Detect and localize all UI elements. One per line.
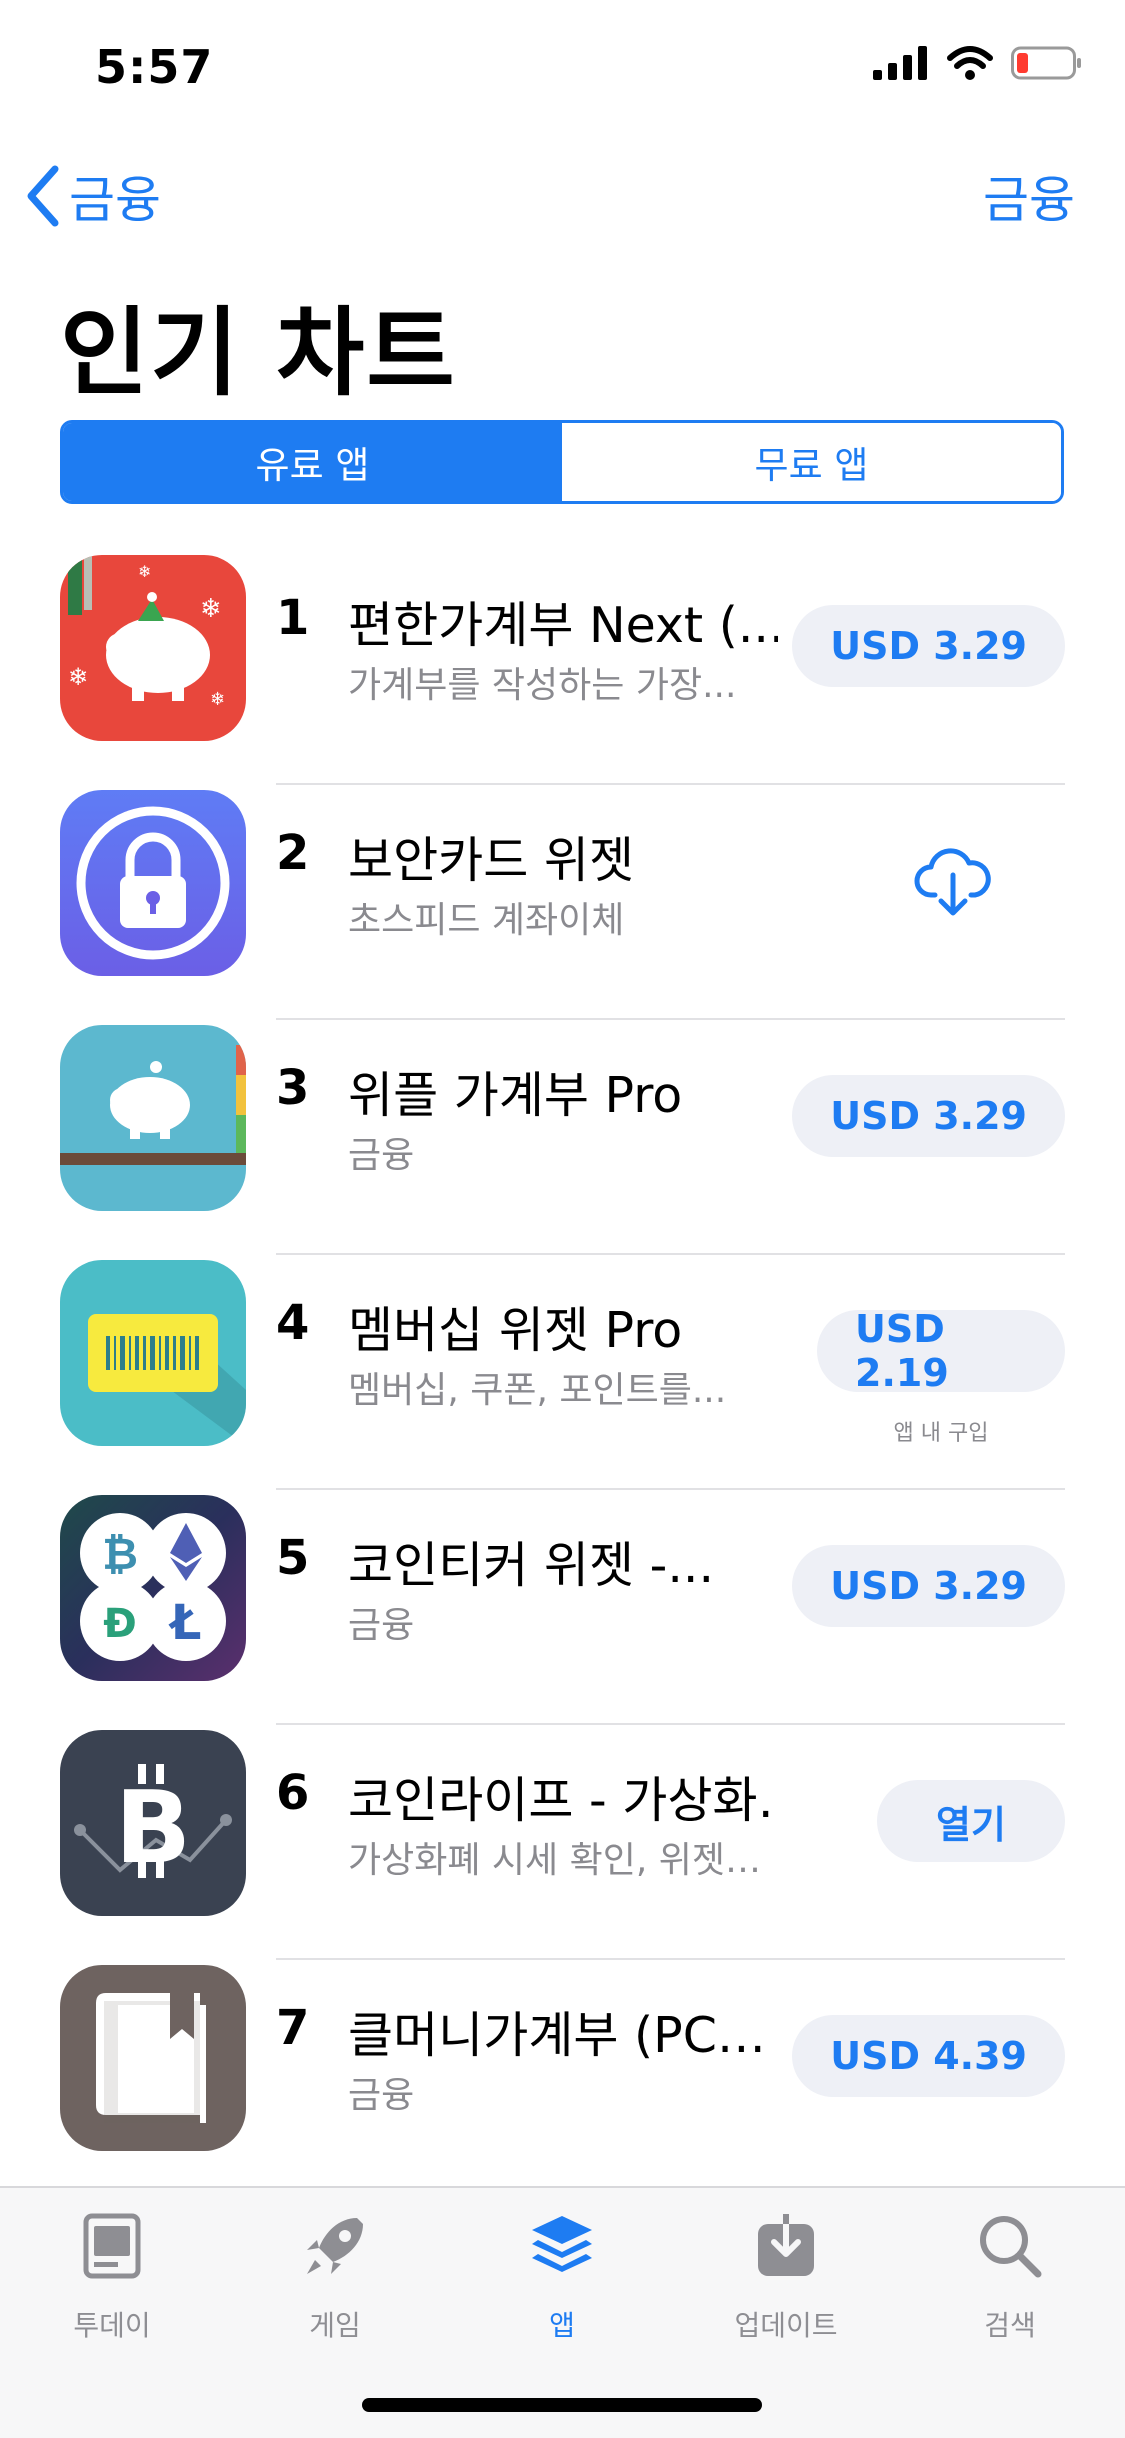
- app-chart-list: ❄ ❄ ❄ ❄ 1 편한가계부 Next (... 가계부를 작성하는 가장..…: [0, 550, 1125, 2195]
- app-row[interactable]: 4 멤버십 위젯 Pro 멤버십, 쿠폰, 포인트를... USD 2.19 앱…: [0, 1255, 1125, 1490]
- app-subtitle: 멤버십, 쿠폰, 포인트를...: [348, 1370, 727, 1411]
- app-row[interactable]: ₿ Đ Ł 5 코인티커 위젯 -... 금융 USD 3.29: [0, 1490, 1125, 1725]
- app-rank: 7: [276, 2000, 310, 2056]
- app-title[interactable]: 편한가계부 Next (...: [348, 586, 778, 657]
- svg-text:Ł: Ł: [168, 1595, 202, 1651]
- price-button[interactable]: USD 3.29: [792, 605, 1065, 687]
- tab-label: 검색: [984, 2309, 1036, 2342]
- svg-text:B: B: [115, 1769, 191, 1886]
- app-row[interactable]: 3 위플 가계부 Pro 금융 USD 3.29: [0, 1020, 1125, 1255]
- search-icon: [980, 2216, 1042, 2278]
- app-row[interactable]: 7 클머니가계부 (PC… 금융 USD 4.39: [0, 1960, 1125, 2195]
- tab-apps[interactable]: 앱: [472, 2210, 652, 2344]
- segment-free-apps[interactable]: 무료 앱: [562, 423, 1061, 501]
- app-subtitle: 초스피드 계좌이체: [348, 900, 625, 941]
- app-icon-lock[interactable]: [60, 790, 246, 976]
- category-button[interactable]: 금융: [983, 160, 1075, 232]
- app-subtitle: 가상화폐 시세 확인, 위젯…: [348, 1840, 761, 1881]
- app-subtitle: 금융: [348, 1605, 415, 1646]
- navigation-bar: 금융 금융: [0, 160, 1125, 230]
- price-button[interactable]: USD 3.29: [792, 1075, 1065, 1157]
- bookmark-book-icon: [60, 1965, 246, 2151]
- app-icon-book[interactable]: [60, 1965, 246, 2151]
- app-subtitle: 가계부를 작성하는 가장...: [348, 665, 737, 706]
- app-icon-barcode[interactable]: [60, 1260, 246, 1446]
- segment-paid-apps[interactable]: 유료 앱: [63, 423, 562, 501]
- app-title[interactable]: 보안카드 위젯: [348, 821, 778, 892]
- back-button[interactable]: 금융: [25, 160, 161, 232]
- tab-label: 앱: [549, 2309, 575, 2342]
- chevron-left-icon: [27, 165, 59, 227]
- piggy-shelf-icon: [60, 1025, 246, 1211]
- updates-icon: [758, 2211, 814, 2276]
- app-icon-piggy-bank[interactable]: ❄ ❄ ❄ ❄: [60, 555, 246, 741]
- svg-text:❄: ❄: [138, 562, 151, 581]
- app-subtitle: 금융: [348, 2075, 415, 2116]
- app-icon-coinlife[interactable]: B: [60, 1730, 246, 1916]
- app-icon-coin-ticker[interactable]: ₿ Đ Ł: [60, 1495, 246, 1681]
- svg-text:❄: ❄: [200, 594, 222, 624]
- tab-games[interactable]: 게임: [245, 2210, 425, 2344]
- apps-stack-icon: [532, 2216, 592, 2272]
- tab-search[interactable]: 검색: [920, 2210, 1100, 2344]
- app-rank: 5: [276, 1530, 310, 1586]
- home-indicator[interactable]: [362, 2398, 762, 2412]
- bitcoin-chart-icon: B: [60, 1730, 246, 1916]
- in-app-purchase-note: 앱 내 구입: [893, 1421, 989, 1446]
- status-time: 5:57: [95, 40, 214, 94]
- app-title[interactable]: 클머니가계부 (PC…: [348, 1996, 778, 2067]
- app-row[interactable]: 2 보안카드 위젯 초스피드 계좌이체: [0, 785, 1125, 1020]
- app-rank: 1: [276, 590, 310, 646]
- cellular-signal-icon: [873, 46, 927, 80]
- piggy-bank-icon: ❄ ❄ ❄ ❄: [60, 555, 246, 741]
- tab-updates[interactable]: 업데이트: [696, 2210, 876, 2344]
- app-title[interactable]: 위플 가계부 Pro: [348, 1056, 778, 1127]
- wifi-icon: [947, 46, 993, 80]
- chart-type-segmented-control: 유료 앱 무료 앱: [60, 420, 1064, 504]
- tab-today[interactable]: 투데이: [22, 2210, 202, 2344]
- status-bar: 5:57: [0, 0, 1125, 130]
- app-rank: 6: [276, 1765, 310, 1821]
- app-row[interactable]: B 6 코인라이프 - 가상화… 가상화폐 시세 확인, 위젯… 열기: [0, 1725, 1125, 1960]
- lock-icon: [60, 790, 246, 976]
- back-button-label: 금융: [69, 171, 161, 229]
- price-button[interactable]: USD 4.39: [792, 2015, 1065, 2097]
- tab-label: 업데이트: [734, 2309, 838, 2342]
- app-rank: 4: [276, 1295, 310, 1351]
- app-rank: 2: [276, 825, 310, 881]
- rocket-icon: [307, 2218, 363, 2274]
- app-title[interactable]: 멤버십 위젯 Pro: [348, 1291, 778, 1362]
- today-icon: [83, 2213, 141, 2279]
- cloud-download-icon[interactable]: [913, 843, 993, 923]
- app-rank: 3: [276, 1060, 310, 1116]
- page-title: 인기 차트: [60, 297, 457, 409]
- svg-text:Đ: Đ: [103, 1601, 137, 1647]
- barcode-card-icon: [60, 1260, 246, 1446]
- svg-text:❄: ❄: [68, 663, 88, 691]
- status-icons: [873, 46, 1083, 80]
- svg-text:❄: ❄: [210, 689, 225, 710]
- app-icon-piggy-shelf[interactable]: [60, 1025, 246, 1211]
- tab-label: 게임: [309, 2309, 361, 2342]
- tab-label: 투데이: [73, 2309, 151, 2342]
- svg-text:₿: ₿: [102, 1529, 138, 1580]
- app-title[interactable]: 코인라이프 - 가상화…: [348, 1761, 778, 1832]
- app-title[interactable]: 코인티커 위젯 -...: [348, 1526, 778, 1597]
- crypto-coins-icon: ₿ Đ Ł: [60, 1495, 246, 1681]
- open-button[interactable]: 열기: [877, 1780, 1065, 1862]
- price-button[interactable]: USD 2.19: [817, 1307, 1065, 1395]
- battery-icon: [1011, 46, 1081, 80]
- price-button[interactable]: USD 3.29: [792, 1545, 1065, 1627]
- app-row[interactable]: ❄ ❄ ❄ ❄ 1 편한가계부 Next (... 가계부를 작성하는 가장..…: [0, 550, 1125, 785]
- app-subtitle: 금융: [348, 1135, 415, 1176]
